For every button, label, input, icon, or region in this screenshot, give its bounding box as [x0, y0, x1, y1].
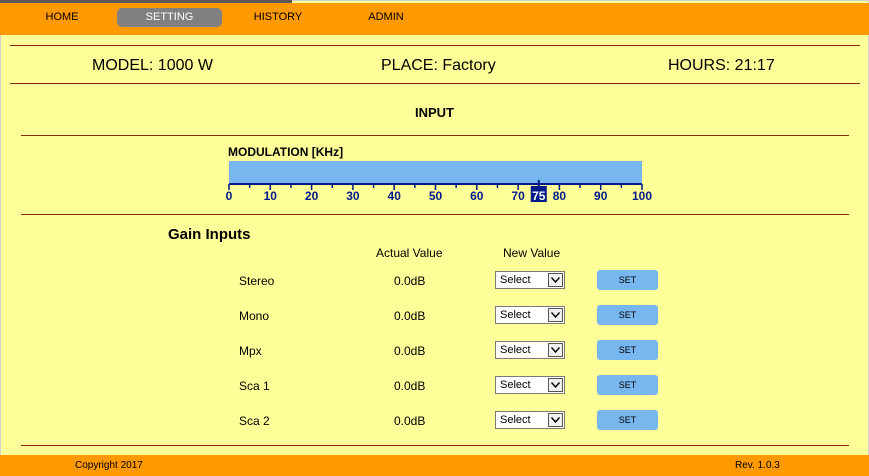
- new-value-select[interactable]: Select: [495, 376, 565, 394]
- modulation-meter: 0 10 20 30 40 50 60 70 75 80 90 100: [226, 161, 652, 203]
- new-value-select[interactable]: Select: [495, 306, 565, 324]
- gain-row-label: Mpx: [239, 344, 262, 358]
- gain-row-stereo: Stereo 0.0dB Select SET: [0, 270, 869, 294]
- gain-row-label: Stereo: [239, 274, 275, 288]
- tick-label: 70: [511, 189, 525, 203]
- new-value-select[interactable]: Select: [495, 271, 565, 289]
- divider-section: [21, 135, 849, 136]
- chevron-down-icon[interactable]: [548, 273, 563, 287]
- footer: Copyright 2017 Rev. 1.0.3: [0, 455, 869, 476]
- select-value: Select: [500, 344, 531, 356]
- set-button[interactable]: SET: [597, 340, 658, 360]
- set-button[interactable]: SET: [597, 410, 658, 430]
- nav-history[interactable]: HISTORY: [246, 8, 310, 27]
- revision-text: Rev. 1.0.3: [735, 460, 780, 471]
- tick-label: 40: [388, 189, 402, 203]
- nav-bar: HOME SETTING HISTORY ADMIN: [0, 3, 869, 35]
- chevron-down-icon[interactable]: [548, 413, 563, 427]
- select-value: Select: [500, 309, 531, 321]
- hours-info: HOURS: 21:17: [668, 57, 775, 74]
- model-info: MODEL: 1000 W: [92, 57, 213, 74]
- gain-row-mono: Mono 0.0dB Select SET: [0, 305, 869, 329]
- tick-label: 30: [346, 189, 360, 203]
- gain-row-label: Sca 1: [239, 379, 270, 393]
- new-value-header: New Value: [503, 246, 561, 260]
- new-value-select[interactable]: Select: [495, 341, 565, 359]
- gain-inputs-title: Gain Inputs: [168, 226, 251, 243]
- gain-row-actual-value: 0.0dB: [394, 414, 426, 428]
- divider-info: [10, 83, 860, 84]
- nav-admin[interactable]: ADMIN: [355, 8, 417, 27]
- select-value: Select: [500, 414, 531, 426]
- actual-value-header: Actual Value: [376, 246, 443, 260]
- divider-bottom: [21, 445, 849, 446]
- select-value: Select: [500, 379, 531, 391]
- select-value: Select: [500, 274, 531, 286]
- set-button[interactable]: SET: [597, 305, 658, 325]
- divider-top: [10, 45, 860, 46]
- modulation-value-label: 75: [532, 189, 546, 203]
- divider-modulation: [21, 214, 849, 215]
- gain-row-label: Mono: [239, 309, 270, 323]
- chevron-down-icon[interactable]: [548, 378, 563, 392]
- gain-row-label: Sca 2: [239, 414, 270, 428]
- copyright-text: Copyright 2017: [75, 460, 143, 471]
- modulation-bar: [229, 161, 642, 183]
- tick-label: 90: [594, 189, 608, 203]
- set-button[interactable]: SET: [597, 375, 658, 395]
- tick-label: 0: [226, 189, 233, 203]
- chevron-down-icon[interactable]: [548, 308, 563, 322]
- tick-label: 50: [429, 189, 443, 203]
- section-title: INPUT: [415, 105, 454, 120]
- tick-label: 20: [305, 189, 319, 203]
- tick-label: 60: [470, 189, 484, 203]
- gain-row-actual-value: 0.0dB: [394, 344, 426, 358]
- tick-label: 10: [264, 189, 278, 203]
- modulation-label: MODULATION [KHz]: [228, 145, 344, 159]
- gain-row-actual-value: 0.0dB: [394, 379, 426, 393]
- gain-row-sca2: Sca 2 0.0dB Select SET: [0, 410, 869, 434]
- set-button[interactable]: SET: [597, 270, 658, 290]
- nav-home[interactable]: HOME: [30, 8, 94, 27]
- gain-row-sca1: Sca 1 0.0dB Select SET: [0, 375, 869, 399]
- gain-row-mpx: Mpx 0.0dB Select SET: [0, 340, 869, 364]
- gain-row-actual-value: 0.0dB: [394, 309, 426, 323]
- place-info: PLACE: Factory: [381, 57, 496, 74]
- tick-label: 80: [553, 189, 567, 203]
- new-value-select[interactable]: Select: [495, 411, 565, 429]
- tick-label: 100: [632, 189, 652, 203]
- chevron-down-icon[interactable]: [548, 343, 563, 357]
- nav-setting[interactable]: SETTING: [117, 8, 222, 27]
- gain-row-actual-value: 0.0dB: [394, 274, 426, 288]
